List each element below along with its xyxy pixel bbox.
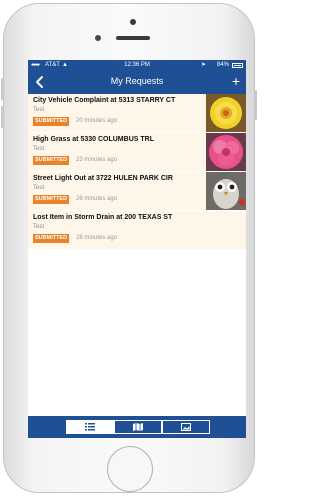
tab-map[interactable]	[114, 420, 162, 434]
earpiece-speaker	[116, 36, 150, 40]
status-badge: SUBMITTED	[33, 195, 70, 204]
request-description: Test	[33, 107, 45, 113]
battery-label: 84%	[216, 62, 229, 68]
location-icon: ➤	[200, 62, 206, 68]
volume-down-button	[1, 106, 4, 128]
request-title: High Grass at 5330 COLUMBUS TRL	[33, 136, 154, 143]
request-description: Test	[33, 224, 45, 230]
status-badge: SUBMITTED	[33, 117, 70, 126]
status-bar: ●●●● AT&T ▲ 12:36 PM ➤ 84%	[28, 60, 246, 71]
request-title: Lost Item in Storm Drain at 200 TEXAS ST	[33, 214, 173, 221]
yellow-flower-photo	[206, 94, 246, 132]
list-icon	[85, 423, 95, 431]
photo-icon	[181, 423, 191, 431]
volume-up-button	[1, 78, 4, 100]
bottom-tab-bar	[28, 416, 246, 438]
front-camera	[130, 19, 136, 25]
request-row[interactable]: Lost Item in Storm Drain at 200 TEXAS ST…	[28, 211, 246, 250]
status-badge: SUBMITTED	[33, 156, 70, 165]
request-row[interactable]: City Vehicle Complaint at 5313 STARRY CT…	[28, 94, 246, 133]
request-title: City Vehicle Complaint at 5313 STARRY CT	[33, 97, 176, 104]
proximity-sensor	[95, 35, 101, 41]
request-row[interactable]: Street Light Out at 3722 HULEN PARK CIR …	[28, 172, 246, 211]
request-description: Test	[33, 185, 45, 191]
tab-list[interactable]	[66, 420, 114, 434]
request-list: City Vehicle Complaint at 5313 STARRY CT…	[28, 94, 246, 250]
request-description: Test	[33, 146, 45, 152]
app-screen: ●●●● AT&T ▲ 12:36 PM ➤ 84% My Requests +…	[28, 60, 246, 438]
power-button	[254, 90, 257, 120]
battery-icon	[232, 63, 243, 68]
request-time: 23 minutes ago	[76, 157, 118, 163]
request-time: 20 minutes ago	[76, 118, 118, 124]
time-label: 12:36 PM	[124, 62, 150, 68]
navigation-bar: My Requests +	[28, 71, 246, 94]
home-button[interactable]	[107, 446, 153, 492]
map-icon	[133, 423, 143, 431]
plus-icon[interactable]: +	[232, 74, 240, 88]
pink-flower-photo	[206, 133, 246, 171]
status-badge: SUBMITTED	[33, 234, 70, 243]
tab-photos[interactable]	[162, 420, 210, 434]
request-title: Street Light Out at 3722 HULEN PARK CIR	[33, 175, 173, 182]
owl-photo	[206, 172, 246, 210]
request-time: 28 minutes ago	[76, 235, 118, 241]
page-title: My Requests	[110, 76, 164, 86]
request-row[interactable]: High Grass at 5330 COLUMBUS TRL Test SUB…	[28, 133, 246, 172]
request-time: 26 minutes ago	[76, 196, 118, 202]
